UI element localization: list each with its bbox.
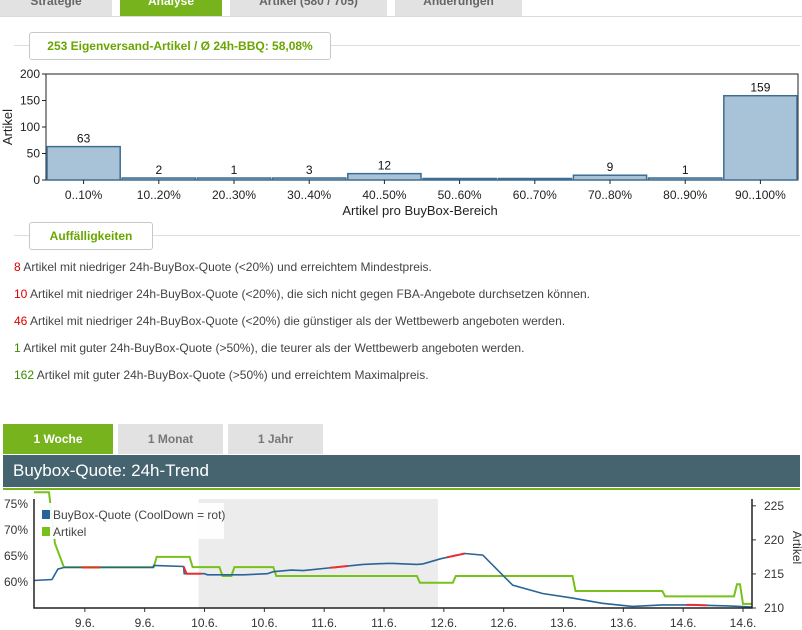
finding-count[interactable]: 1 [14,341,21,355]
hist-bar-value: 9 [607,160,614,174]
trend-x-tick-label: 11.6. [371,616,397,630]
hist-bar [196,177,272,181]
trend-legend-swatch-artikel [42,527,50,536]
trend-y-right-tick-label: 215 [764,567,784,581]
hist-bar [647,177,723,181]
hist-bar [572,174,648,181]
finding-text: Artikel mit guter 24h-BuyBox-Quote (>50%… [34,368,429,382]
hist-x-tick-label: 50..60% [438,188,482,202]
hist-y-tick-label: 150 [20,94,40,108]
trend-highlight-band [198,499,438,608]
finding-min-price: 8 Artikel mit niedriger 24h-BuyBox-Quote… [14,260,432,274]
hist-y-tick-label: 0 [33,173,40,187]
trend-header: Buybox-Quote: 24h-Trend [3,455,800,487]
tab-1-monat[interactable]: 1 Monat [118,424,223,454]
buybox-trend-chart: 60% 65% 70% 75% 210 215 220 225 Artikel 9.6. 9.6. 1… [4,491,802,630]
finding-count[interactable]: 46 [14,314,27,328]
hist-y-tick-label: 50 [27,147,41,161]
trend-x-tick-label: 12.6. [490,616,517,630]
hist-bar [422,177,497,181]
finding-count[interactable]: 162 [14,368,34,382]
trend-y-right-tick-label: 210 [764,601,784,615]
hist-bar [723,94,798,181]
finding-max-price: 162 Artikel mit guter 24h-BuyBox-Quote (… [14,368,429,382]
hist-x-axis-label: Artikel pro BuyBox-Bereich [342,203,497,218]
hist-x-tick-label: 70..80% [588,188,632,202]
hist-bar [46,145,121,181]
finding-count[interactable]: 8 [14,260,21,274]
trend-legend-label-buybox: BuyBox-Quote (CoolDown = rot) [53,508,225,522]
findings-label: Auffälligkeiten [29,222,153,250]
tab-1-woche[interactable]: 1 Woche [3,424,113,454]
hist-bar-value: 63 [77,132,91,146]
hist-x-tick-label: 10..20% [137,188,181,202]
trend-x-tick-label: 12.6. [431,616,458,630]
trend-y-right-tick-label: 220 [764,533,784,547]
trend-y-left-tick-label: 75% [4,497,28,511]
trend-y-left-tick-label: 65% [4,549,28,563]
trend-cooldown-segment [446,552,465,559]
trend-x-tick-label: 10.6. [251,616,278,630]
hist-x-tick-label: 30..40% [287,188,331,202]
buybox-histogram: 0 50 100 150 200 Artikel 63 0..10% 2 10..20% 1 20..… [0,67,799,218]
hist-y-tick-label: 200 [20,67,40,81]
hist-x-tick-label: 60..70% [513,188,557,202]
hist-bar [121,177,197,181]
hist-bar [271,177,347,181]
hist-y-axis-label: Artikel [0,109,15,145]
hist-x-tick-label: 80..90% [663,188,707,202]
finding-cheaper: 46 Artikel mit niedriger 24h-BuyBox-Quot… [14,314,565,328]
trend-y-left-tick-label: 60% [4,575,28,589]
trend-x-tick-label: 13.6. [610,616,637,630]
hist-bar-value: 159 [750,81,770,95]
trend-x-tick-label: 9.6. [135,616,155,630]
trend-x-tick-label: 10.6. [191,616,218,630]
trend-x-tick-label: 11.6. [311,616,337,630]
trend-y-right-axis-label: Artikel [790,531,802,564]
hist-x-tick-label: 0..10% [65,188,103,202]
finding-text: Artikel mit niedriger 24h-BuyBox-Quote (… [20,260,432,274]
hist-bar [497,177,573,181]
finding-count[interactable]: 10 [14,287,27,301]
hist-bar-value: 1 [682,163,689,177]
hist-x-tick-label: 20..30% [212,188,256,202]
hist-bar [347,172,422,181]
finding-text: Artikel mit niedriger 24h-BuyBox-Quote (… [27,287,591,301]
finding-pricier: 1 Artikel mit guter 24h-BuyBox-Quote (>5… [14,341,524,355]
tab-1-jahr[interactable]: 1 Jahr [228,424,323,454]
hist-bar-value: 3 [306,163,313,177]
finding-fba: 10 Artikel mit niedriger 24h-BuyBox-Quot… [14,287,590,301]
trend-x-tick-label: 13.6. [550,616,577,630]
trend-x-tick-label: 14.6. [730,616,757,630]
trend-x-tick-label: 14.6. [670,616,697,630]
trend-y-right-tick-label: 225 [764,499,784,513]
hist-bar-value: 1 [231,163,238,177]
trend-title: Buybox-Quote: 24h-Trend [13,461,209,480]
trend-x-tick-label: 9.6. [75,616,95,630]
trend-legend-swatch-buybox [42,510,50,519]
trend-legend-label-artikel: Artikel [53,525,86,539]
finding-text: Artikel mit guter 24h-BuyBox-Quote (>50%… [20,341,525,355]
hist-bar-value: 12 [378,159,392,173]
hist-x-tick-label: 90..100% [735,188,786,202]
hist-x-tick-label: 40..50% [362,188,406,202]
finding-text: Artikel mit niedriger 24h-BuyBox-Quote (… [27,314,566,328]
hist-bar-value: 2 [155,163,162,177]
trend-y-left-tick-label: 70% [4,523,28,537]
hist-y-tick-label: 100 [20,120,40,134]
